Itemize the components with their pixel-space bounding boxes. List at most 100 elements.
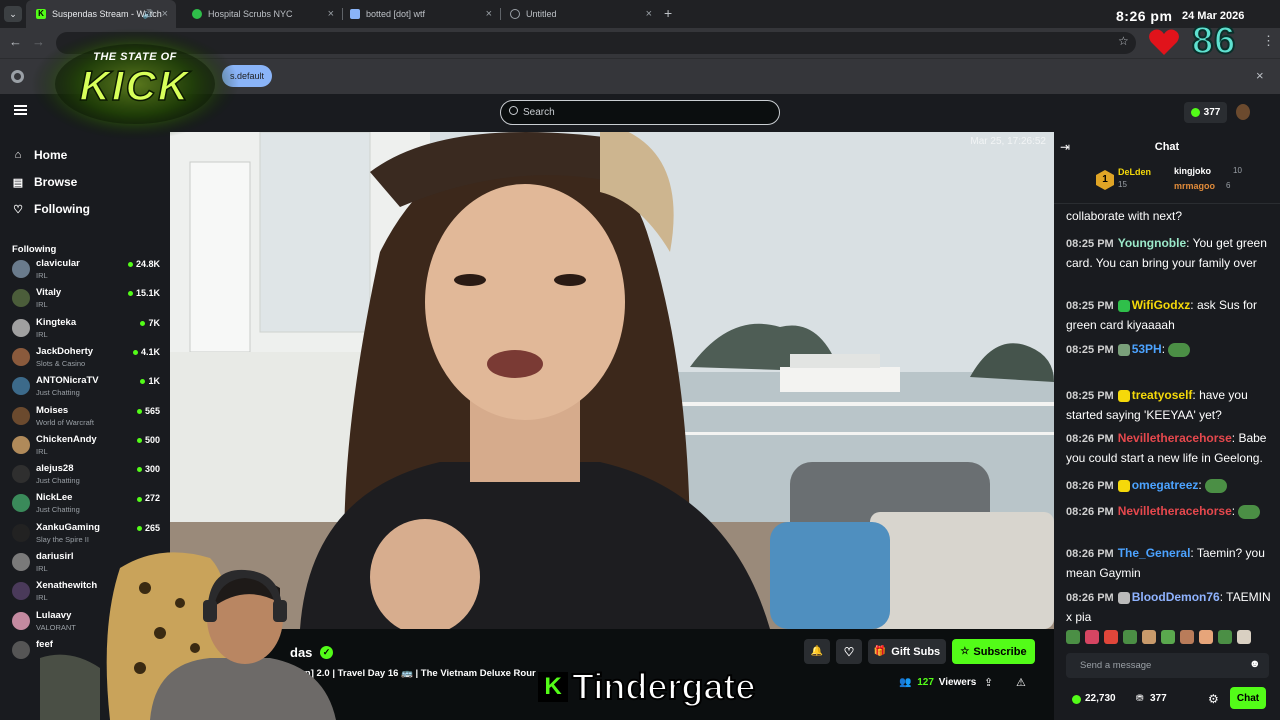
channel-category: IRL [36,300,48,310]
leader3-name[interactable]: mrmagoo [1174,181,1215,191]
chat-send-button[interactable]: Chat [1230,687,1266,709]
sidebar-item-following[interactable]: ♡ Following [12,202,90,216]
sidebar-channel-chickenandy[interactable]: ChickenAndy IRL 500 [10,432,162,461]
message-username[interactable]: omegatreez [1132,478,1199,492]
heart-overlay-icon [1148,28,1180,56]
subscribe-label: Subscribe [973,645,1027,658]
leader-name[interactable]: DeLden [1118,167,1151,177]
sidebar-channel-kingteka[interactable]: Kingteka IRL 7K [10,315,162,344]
chat-panel: ⇥ Chat 1 DeLden 15 kingjoko 10 mrmagoo 6… [1054,132,1280,720]
notifications-button[interactable]: 🔔 [804,639,830,664]
gift-icon: 🎁 [873,646,887,657]
avatar [12,435,30,454]
avatar [12,611,30,630]
message-username[interactable]: Youngnoble [1118,236,1186,250]
emote-icon[interactable] [1180,630,1194,644]
message-username[interactable]: BloodDemon76 [1132,590,1220,604]
bookmark-star-icon[interactable]: ☆ [1118,34,1129,48]
speaker-icon[interactable]: 🔊 [143,9,154,20]
settings-gear-icon[interactable]: ⚙ [1208,692,1219,706]
leader2-count: 10 [1233,166,1242,175]
chat-input-placeholder: Send a message [1080,660,1152,671]
sidebar-item-label: Following [34,202,90,216]
close-tab-icon[interactable]: × [646,8,652,20]
sidebar-channel-vitaly[interactable]: Vitaly IRL 15.1K [10,285,162,314]
sidebar-channel-jackdoherty[interactable]: JackDoherty Slots & Casino 4.1K [10,344,162,373]
tab-untitled[interactable]: Untitled × [500,0,660,28]
leader-count: 15 [1118,180,1127,189]
chat-input[interactable]: Send a message ☻ [1066,653,1269,678]
hamburger-menu-icon[interactable] [14,105,27,115]
message-username[interactable]: WifiGodxz [1132,298,1191,312]
emote-icon[interactable] [1199,630,1213,644]
channel-viewers: 565 [137,406,160,416]
emote-icon[interactable] [1218,630,1232,644]
close-tab-icon[interactable]: × [328,8,334,20]
back-icon[interactable]: ← [9,34,22,49]
share-icon[interactable]: ⇪ [984,676,993,689]
channel-viewers: 300 [137,464,160,474]
close-infobar-icon[interactable]: × [1256,68,1264,83]
message-username[interactable]: The_General [1118,546,1191,560]
emote-icon[interactable] [1104,630,1118,644]
channel-points[interactable]: 377 [1150,693,1167,704]
message-time: 08:26 PM [1066,480,1114,492]
sidebar-item-browse[interactable]: ▤ Browse [12,175,78,189]
search-placeholder: Search [523,107,555,118]
message-username[interactable]: Nevilletheracehorse [1118,504,1232,518]
emoji-icon[interactable]: ☻ [1249,658,1261,670]
overlay-clock: 8:26 pm [1116,8,1173,24]
sidebar-channel-nicklee[interactable]: NickLee Just Chatting 272 [10,490,162,519]
message-username[interactable]: Nevilletheracehorse [1118,431,1232,445]
chat-message: 08:26 PM omegatreez: [1066,476,1276,496]
emote-icon[interactable] [1237,630,1251,644]
sidebar-channel-alejus28[interactable]: alejus28 Just Chatting 300 [10,461,162,490]
sidebar-item-label: Home [34,148,68,162]
tab-list-button[interactable]: ⌄ [4,6,22,22]
sidebar-channel-clavicular[interactable]: clavicular IRL 24.8K [10,256,162,285]
channel-category: Just Chatting [36,388,80,398]
message-colon: : [1161,342,1169,356]
sidebar-channel-xankugaming[interactable]: XankuGaming Slay the Spire II 265 [10,520,162,549]
sidebar-item-home[interactable]: ⌂ Home [12,148,68,162]
channel-category: IRL [36,329,48,339]
emote-icon[interactable] [1085,630,1099,644]
emote-icon[interactable] [1142,630,1156,644]
rank-badge: 1 [1096,170,1114,190]
search-box[interactable]: Search [500,100,780,125]
new-tab-button[interactable]: + [664,5,672,21]
channel-category: IRL [36,446,48,456]
message-username[interactable]: 53PH [1132,342,1162,356]
sidebar-channel-antonicratv[interactable]: ANTONicraTV Just Chatting 1K [10,373,162,402]
sidebar-channel-moises[interactable]: Moises World of Warcraft 565 [10,403,162,432]
emote-icon[interactable] [1123,630,1137,644]
subscribe-button[interactable]: ☆ Subscribe [952,639,1035,664]
channel-name: Vitaly [36,287,62,299]
chat-message: 08:26 PM BloodDemon76: TAEMIN x pia [1066,588,1276,626]
leader2-name[interactable]: kingjoko [1174,166,1211,176]
channel-viewers: 15.1K [128,288,160,298]
points-badge[interactable]: 377 [1184,102,1227,123]
kicks-balance[interactable]: 22,730 [1085,693,1116,704]
avatar [12,318,30,337]
tab-label: botted [dot] wtf [366,9,426,19]
report-icon[interactable]: ⚠ [1016,676,1026,689]
channel-name: JackDoherty [36,345,94,357]
emote-icon[interactable] [1161,630,1175,644]
user-avatar[interactable] [1236,104,1250,120]
gift-subs-button[interactable]: 🎁 Gift Subs [868,639,946,664]
follow-button[interactable]: ♡ [836,639,862,664]
chat-message: 08:25 PM treatyoself: have you started sa… [1066,386,1276,424]
tab-botted[interactable]: botted [dot] wtf × [340,0,500,28]
close-tab-icon[interactable]: × [162,8,168,20]
close-tab-icon[interactable]: × [486,8,492,20]
message-username[interactable]: treatyoself [1132,388,1193,402]
channel-category: Just Chatting [36,476,80,486]
menu-dots-icon[interactable]: ⋮ [1262,33,1275,49]
avatar [12,260,30,278]
star-icon: ☆ [960,646,970,657]
caption-kick-icon: K [538,672,568,702]
emote-icon[interactable] [1066,630,1080,644]
emote-bar [1066,630,1276,646]
channel-viewers: 1K [140,376,160,386]
